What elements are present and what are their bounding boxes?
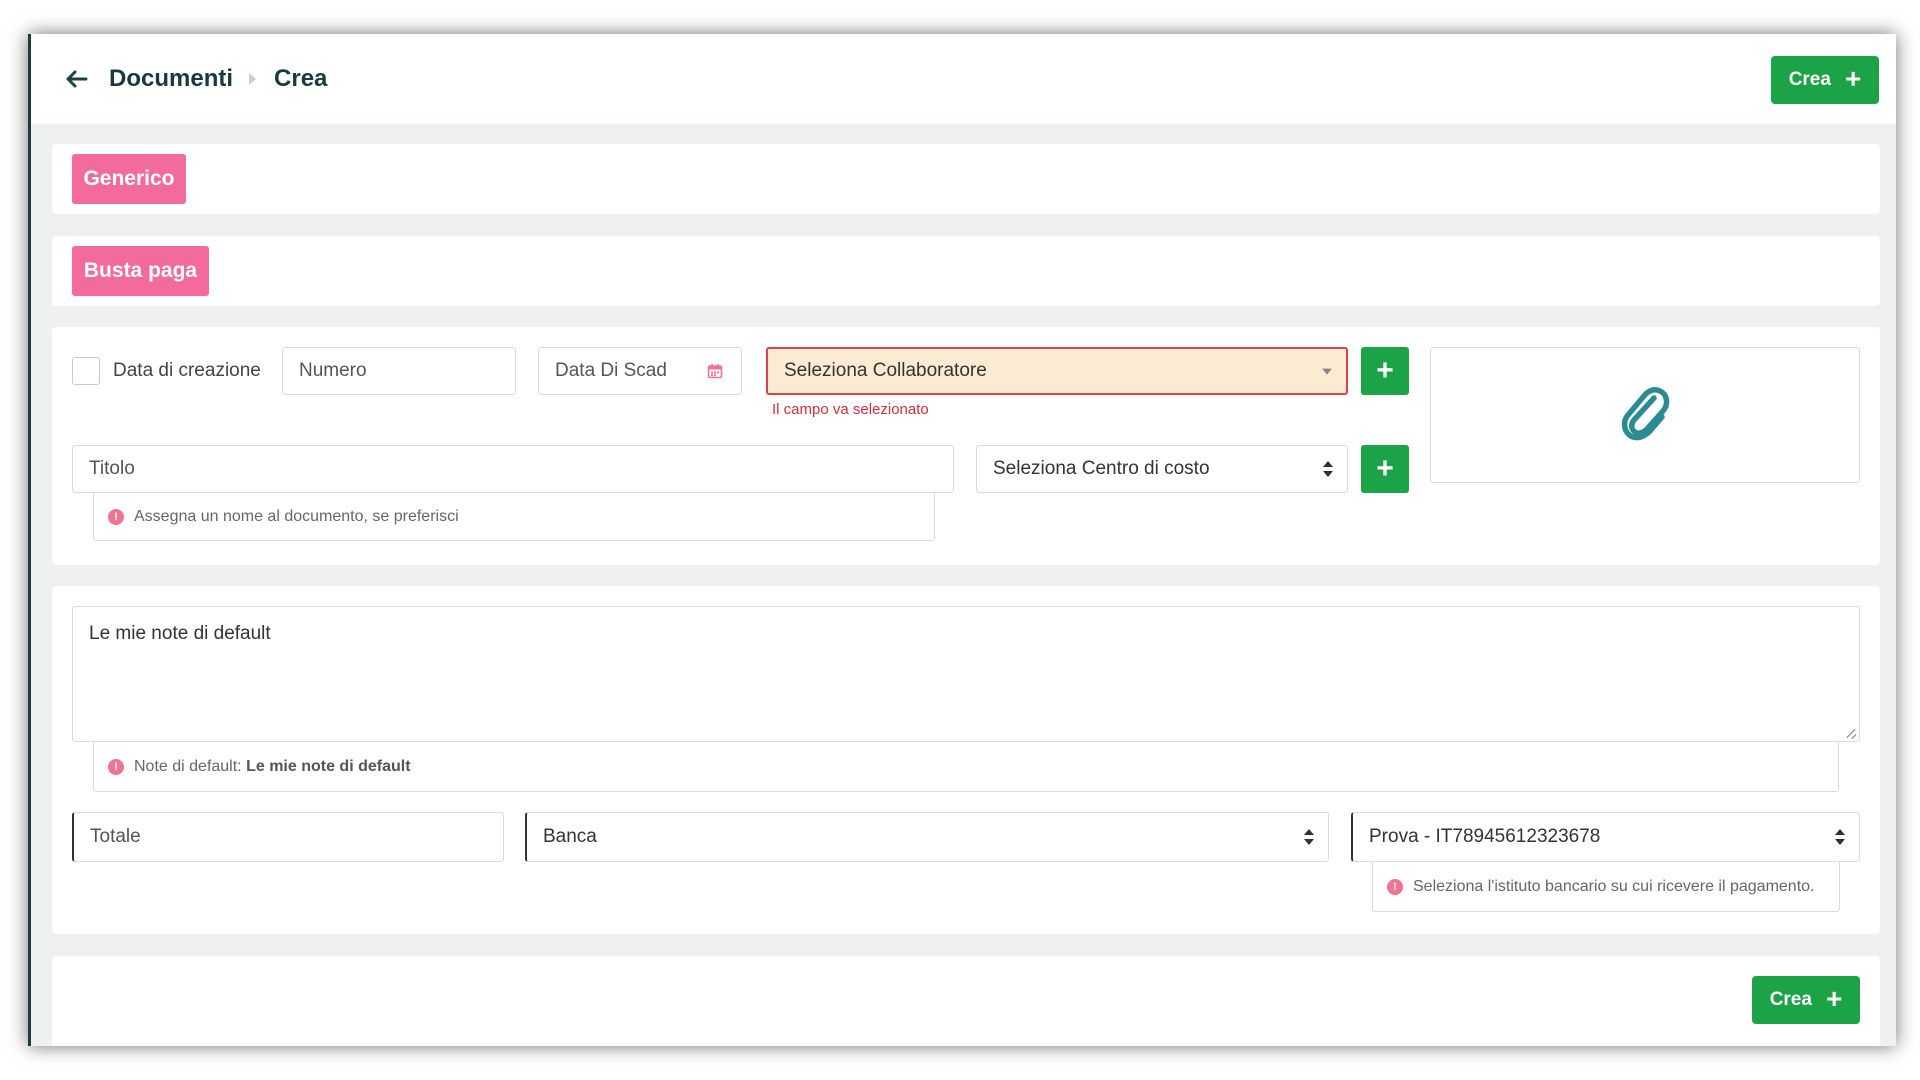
attachment-dropzone[interactable] [1430, 347, 1860, 483]
notes-value: Le mie note di default [89, 623, 271, 644]
cost-center-select[interactable]: Seleziona Centro di costo [976, 445, 1348, 493]
create-button-label: Crea [1769, 989, 1812, 1010]
notes-payment-card: Le mie note di default ! Note di default… [52, 586, 1880, 934]
type-generic-button[interactable]: Generico [72, 154, 186, 204]
create-button-bottom[interactable]: Crea + [1752, 976, 1860, 1024]
creation-date-checkbox[interactable] [72, 357, 100, 385]
back-arrow-icon[interactable] [65, 67, 89, 91]
type-card-payslip: Busta paga [52, 236, 1880, 306]
create-button-top[interactable]: Crea + [1771, 56, 1879, 104]
select-arrows-icon [1835, 829, 1845, 845]
title-placeholder: Titolo [89, 458, 135, 479]
add-collaborator-button[interactable]: + [1361, 347, 1409, 395]
info-icon: ! [108, 508, 124, 525]
select-arrows-icon [1323, 461, 1333, 477]
type-payslip-button[interactable]: Busta paga [72, 246, 209, 296]
notes-textarea[interactable]: Le mie note di default [72, 606, 1860, 742]
window-edge [28, 312, 31, 1046]
document-form-card: Data di creazione Numero Data Di Scad Se… [52, 327, 1880, 565]
bank-account-select[interactable]: Prova - IT78945612323678 [1351, 812, 1860, 862]
due-date-input[interactable]: Data Di Scad [538, 347, 742, 395]
collaborator-select[interactable]: Seleziona Collaboratore [766, 347, 1348, 395]
notes-hint-text: Note di default: Le mie note di default [134, 758, 411, 776]
bank-account-value: Prova - IT78945612323678 [1369, 826, 1601, 847]
bank-hint-text: Seleziona l'istituto bancario su cui ric… [1413, 877, 1815, 895]
breadcrumb-current: Crea [274, 65, 328, 92]
cost-center-select-value: Seleziona Centro di costo [993, 458, 1210, 479]
chevron-down-icon [1322, 368, 1332, 375]
info-icon: ! [108, 758, 124, 775]
breadcrumb-separator-icon [249, 73, 257, 85]
top-bar: Documenti Crea [31, 34, 1896, 124]
plus-icon: + [1844, 63, 1862, 94]
collaborator-select-value: Seleziona Collaboratore [784, 360, 987, 381]
collaborator-error-text: Il campo va selezionato [772, 401, 929, 418]
total-placeholder: Totale [90, 826, 141, 847]
number-input[interactable]: Numero [282, 347, 516, 395]
calendar-icon[interactable] [707, 363, 723, 385]
type-card-generic: Generico [52, 144, 1880, 214]
select-arrows-icon [1304, 829, 1314, 845]
app-window: Documenti Crea Crea + Generico Busta pag… [28, 34, 1896, 1046]
footer-card: Crea + [52, 956, 1880, 1046]
title-hint: ! Assegna un nome al documento, se prefe… [93, 493, 935, 541]
resize-handle-icon[interactable] [1846, 728, 1856, 738]
create-button-label: Crea [1788, 69, 1831, 90]
payment-method-value: Banca [543, 826, 597, 847]
plus-icon: + [1376, 452, 1394, 485]
title-hint-text: Assegna un nome al documento, se preferi… [134, 507, 459, 525]
notes-hint-prefix: Note di default: [134, 757, 242, 775]
notes-hint: ! Note di default: Le mie note di defaul… [93, 742, 1839, 792]
breadcrumb-documenti[interactable]: Documenti [109, 65, 233, 93]
paperclip-icon [1618, 384, 1672, 447]
payment-method-select[interactable]: Banca [525, 812, 1329, 862]
title-input[interactable]: Titolo [72, 445, 954, 493]
add-cost-center-button[interactable]: + [1361, 445, 1409, 493]
due-date-placeholder: Data Di Scad [555, 360, 667, 381]
total-input[interactable]: Totale [72, 812, 504, 862]
creation-date-label: Data di creazione [113, 360, 261, 381]
info-icon: ! [1387, 878, 1403, 895]
number-placeholder: Numero [299, 360, 367, 381]
plus-icon: + [1825, 983, 1843, 1014]
plus-icon: + [1376, 354, 1394, 387]
bank-hint: ! Seleziona l'istituto bancario su cui r… [1372, 862, 1840, 912]
notes-hint-value: Le mie note di default [246, 757, 411, 775]
